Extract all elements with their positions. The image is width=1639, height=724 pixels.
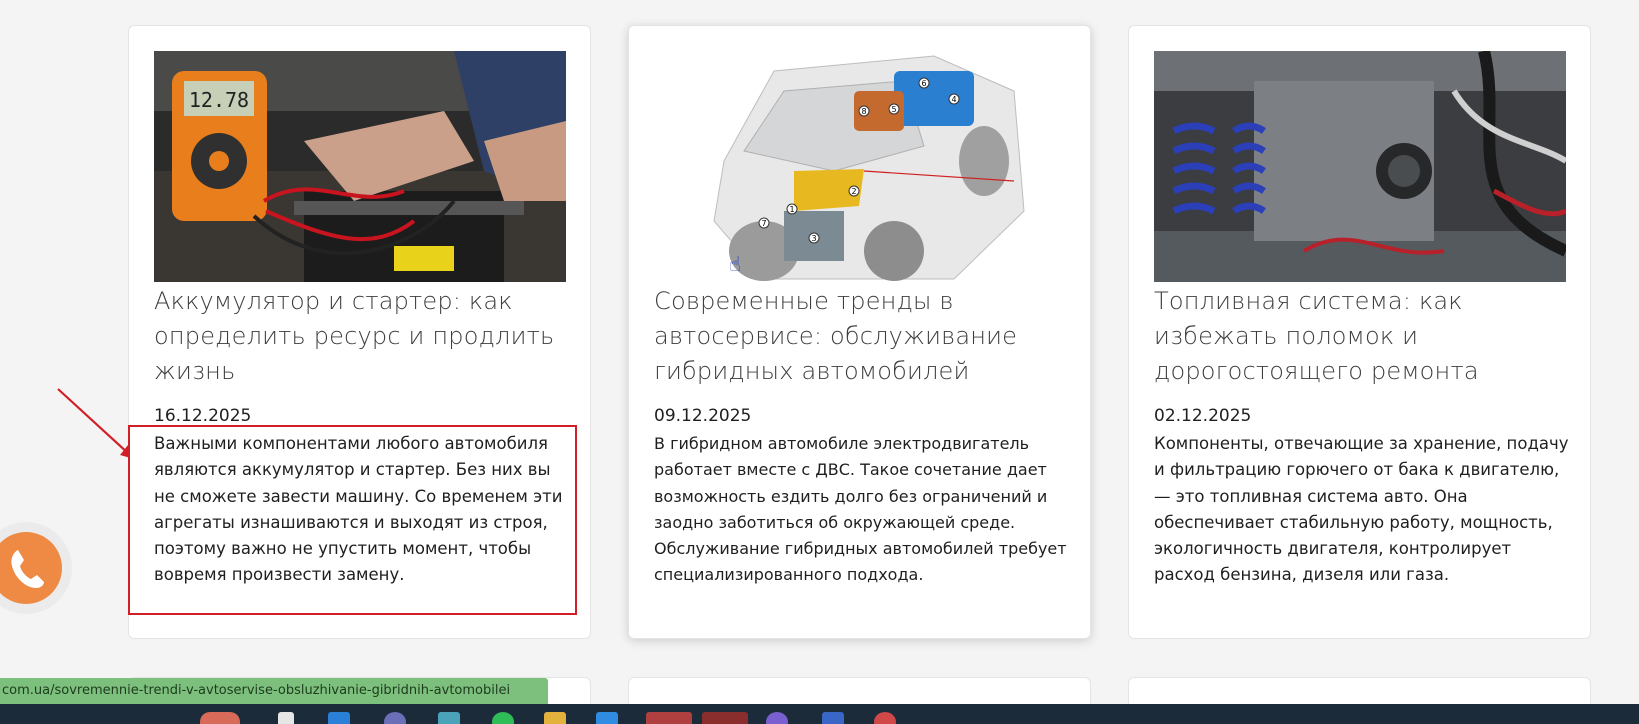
taskbar-app-icon[interactable]: [766, 712, 788, 724]
article-date: 09.12.2025: [654, 406, 752, 426]
svg-text:7: 7: [761, 219, 766, 228]
article-excerpt: В гибридном автомобиле электродвигатель …: [654, 434, 1067, 585]
article-title[interactable]: Аккумулятор и стартер: как определить ре…: [154, 284, 574, 389]
svg-text:3: 3: [811, 234, 816, 243]
article-title[interactable]: Современные тренды в автосервисе: обслуж…: [654, 284, 1074, 389]
article-date: 02.12.2025: [1154, 406, 1252, 426]
taskbar-app-icon[interactable]: [874, 712, 896, 724]
article-image-hybrid[interactable]: 1 2 3 4 5 6 7 8: [654, 51, 1066, 282]
annotation-arrow: [57, 388, 134, 459]
taskbar-app-icon[interactable]: [702, 712, 748, 724]
hybrid-car-cutaway-image: 1 2 3 4 5 6 7 8: [654, 51, 1066, 282]
taskbar-app-icon[interactable]: [328, 712, 350, 724]
taskbar-app-icon[interactable]: [438, 712, 460, 724]
svg-text:2: 2: [851, 187, 856, 196]
article-card-hybrid[interactable]: 1 2 3 4 5 6 7 8 ☝ Современные тренды в а…: [628, 25, 1091, 639]
taskbar-app-icon[interactable]: [596, 712, 618, 724]
phone-button[interactable]: [0, 532, 62, 604]
taskbar-app-icon[interactable]: [646, 712, 692, 724]
svg-text:12.78: 12.78: [189, 88, 249, 112]
svg-text:6: 6: [921, 79, 926, 88]
article-title[interactable]: Топливная система: как избежать поломок …: [1154, 284, 1574, 389]
battery-multimeter-image: 12.78: [154, 51, 566, 282]
browser-status-url: com.ua/sovremennie-trendi-v-avtoservise-…: [0, 678, 548, 704]
taskbar-app-icon[interactable]: [200, 712, 240, 724]
svg-text:8: 8: [861, 107, 866, 116]
taskbar-app-icon[interactable]: [544, 712, 566, 724]
svg-text:5: 5: [891, 105, 896, 114]
taskbar-app-icon[interactable]: [278, 712, 294, 724]
article-excerpt: Важными компонентами любого автомобиля я…: [154, 434, 563, 585]
phone-icon: [11, 550, 45, 588]
article-image-battery[interactable]: 12.78: [154, 51, 566, 282]
hand-cursor-icon: ☝: [729, 252, 742, 276]
article-card-fuel-system[interactable]: Топливная система: как избежать поломок …: [1128, 25, 1591, 639]
article-image-fuel-system[interactable]: [1154, 51, 1566, 282]
taskbar-app-icon[interactable]: [384, 712, 406, 724]
callback-widget[interactable]: [0, 522, 72, 614]
article-excerpt: Компоненты, отвечающие за хранение, пода…: [1154, 434, 1569, 585]
taskbar-app-icon[interactable]: [492, 712, 514, 724]
svg-text:1: 1: [789, 205, 794, 214]
article-card-battery[interactable]: 12.78 Аккумулятор и стартер: как определ…: [128, 25, 591, 639]
taskbar-app-icon[interactable]: [822, 712, 844, 724]
engine-bay-image: [1154, 51, 1566, 282]
svg-text:4: 4: [951, 95, 956, 104]
os-taskbar: [0, 704, 1639, 724]
article-date: 16.12.2025: [154, 406, 252, 426]
